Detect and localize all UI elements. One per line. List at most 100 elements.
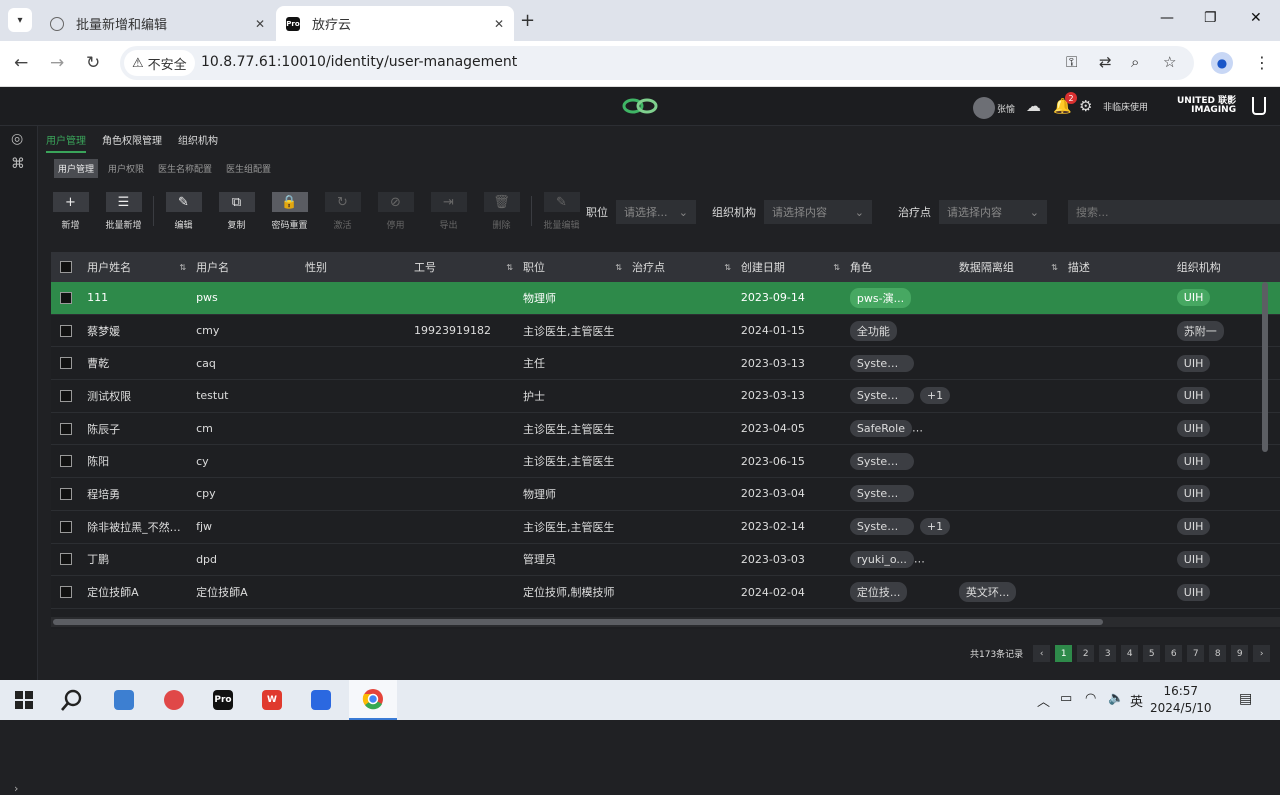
table-row[interactable]: 111 pws 物理师 2023-09-14 pws-演... UIH <box>51 282 1280 315</box>
search-icon[interactable] <box>48 680 96 720</box>
restore-icon[interactable]: ❐ <box>1204 10 1217 26</box>
sort-icon[interactable]: ⇅ <box>506 263 513 272</box>
table-row[interactable]: 蔡梦媛 cmy 19923919182 主诊医生,主管医生 2024-01-15 全功能 苏… <box>51 315 1280 348</box>
disable-button[interactable]: ⊘ 停用 <box>369 192 422 231</box>
row-checkbox[interactable] <box>51 389 87 402</box>
speaker-icon[interactable]: 🔈 <box>1108 691 1124 706</box>
profile-avatar-icon[interactable]: ● <box>1211 52 1233 74</box>
tab-role-permissions[interactable]: 角色权限管理 <box>102 132 162 153</box>
battery-icon[interactable]: ▭ <box>1060 691 1072 706</box>
batch-edit-button[interactable]: ✎ 批量编辑 <box>535 192 588 231</box>
browser-tab-active[interactable]: Pro 放疗云 ✕ <box>276 6 514 41</box>
role-more-chip[interactable]: +1 <box>919 518 951 536</box>
batch-add-button[interactable]: ☰ 批量新增 <box>97 192 150 231</box>
site-select[interactable]: 请选择内容 ⌄ <box>939 200 1047 224</box>
page-button[interactable]: 3 <box>1099 645 1117 662</box>
page-button[interactable]: 8 <box>1209 645 1227 662</box>
reload-icon[interactable]: ↻ <box>86 53 100 73</box>
column-header[interactable]: 创建日期 ⇅ <box>741 259 850 275</box>
translate-icon[interactable]: ⇄ <box>1099 53 1112 71</box>
role-more-chip[interactable]: +1 <box>919 387 951 405</box>
url-text[interactable]: 10.8.77.61:10010/identity/user-managemen… <box>201 54 517 70</box>
chevron-up-icon[interactable]: ︿ <box>1037 691 1050 710</box>
bookmark-star-icon[interactable]: ☆ <box>1163 53 1176 71</box>
pro-app-icon[interactable]: Pro <box>199 680 247 720</box>
page-button[interactable]: 5 <box>1143 645 1161 662</box>
row-checkbox[interactable] <box>51 422 87 435</box>
notification-center-icon[interactable]: ▤ <box>1239 691 1252 707</box>
taskbar-clock[interactable]: 16:57 2024/5/10 <box>1150 683 1212 717</box>
close-tab-icon[interactable]: ✕ <box>494 17 504 31</box>
table-row[interactable]: 测试权限 testut 护士 2023-03-13 System... +1 UIH <box>51 380 1280 413</box>
column-header[interactable]: 职位 ⇅ <box>523 259 632 275</box>
subtab-doctor-group-config[interactable]: 医生组配置 <box>222 159 275 178</box>
select-all-checkbox[interactable] <box>51 261 87 273</box>
lightbulb-icon[interactable]: ◎ <box>11 131 23 147</box>
next-page-button[interactable]: › <box>1253 645 1271 662</box>
scrollbar-thumb[interactable] <box>53 619 1103 625</box>
sort-icon[interactable]: ⇅ <box>615 263 622 272</box>
page-button[interactable]: 4 <box>1121 645 1139 662</box>
add-button[interactable]: + 新增 <box>44 192 97 231</box>
zoom-icon[interactable]: ⌕ <box>1131 53 1139 71</box>
desktop-app-icon[interactable] <box>100 680 148 720</box>
wps-app-icon[interactable]: W <box>248 680 296 720</box>
page-button[interactable]: 1 <box>1055 645 1073 662</box>
table-row[interactable]: 定位技師A 定位技師A 定位技师,制模技师 2024-02-04 定位技... 英文环..… <box>51 576 1280 609</box>
column-header[interactable]: 治疗点 ⇅ <box>632 259 741 275</box>
subtab-doctor-name-config[interactable]: 医生名称配置 <box>154 159 216 178</box>
subtab-user-permissions[interactable]: 用户权限 <box>104 159 148 178</box>
row-checkbox[interactable] <box>51 291 87 304</box>
table-row[interactable]: 陈阳 cy 主诊医生,主管医生 2023-06-15 System... UIH <box>51 445 1280 479</box>
position-select[interactable]: 请选择... ⌄ <box>616 200 696 224</box>
chrome-app-icon[interactable] <box>349 680 397 720</box>
security-chip[interactable]: ⚠ 不安全 <box>124 50 195 76</box>
column-header[interactable]: 用户姓名 ⇅ <box>87 259 196 275</box>
expand-sidebar-icon[interactable]: › <box>14 782 18 795</box>
row-checkbox[interactable] <box>51 357 87 370</box>
sort-icon[interactable]: ⇅ <box>833 263 840 272</box>
page-button[interactable]: 9 <box>1231 645 1249 662</box>
sort-icon[interactable]: ⇅ <box>179 263 186 272</box>
paint-app-icon[interactable] <box>150 680 198 720</box>
export-button[interactable]: ⇥ 导出 <box>422 192 475 231</box>
role-more-chip[interactable]: +12 <box>917 420 956 438</box>
tab-organization[interactable]: 组织机构 <box>178 132 218 153</box>
column-header[interactable]: 数据隔离组 ⇅ <box>959 259 1068 275</box>
close-tab-icon[interactable]: ✕ <box>255 17 265 31</box>
tab-user-management[interactable]: 用户管理 <box>46 132 86 153</box>
row-checkbox[interactable] <box>51 455 87 468</box>
tab-search-chevron-icon[interactable]: ▾ <box>8 8 32 32</box>
back-icon[interactable]: ← <box>14 53 28 73</box>
activate-button[interactable]: ↻ 激活 <box>316 192 369 231</box>
horizontal-scrollbar[interactable] <box>51 617 1280 627</box>
column-header[interactable]: 工号 ⇅ <box>414 259 523 275</box>
sort-icon[interactable]: ⇅ <box>724 263 731 272</box>
delete-button[interactable]: 🗑 删除 <box>475 192 528 231</box>
close-window-icon[interactable]: ✕ <box>1250 10 1262 26</box>
password-reset-button[interactable]: 🔒 密码重置 <box>263 192 316 231</box>
wifi-icon[interactable]: ◠ <box>1085 691 1096 706</box>
row-checkbox[interactable] <box>51 520 87 533</box>
row-checkbox[interactable] <box>51 586 87 599</box>
command-icon[interactable]: ⌘ <box>11 156 25 172</box>
row-checkbox[interactable] <box>51 553 87 566</box>
vertical-scrollbar[interactable] <box>1262 282 1268 452</box>
user-menu[interactable]: 张愉 <box>973 97 1015 119</box>
table-row[interactable]: 陈辰子 cm 主诊医生,主管医生 2023-04-05 SafeRole +12 UIH <box>51 413 1280 446</box>
row-checkbox[interactable] <box>51 324 87 337</box>
subtab-user-management[interactable]: 用户管理 <box>54 159 99 178</box>
table-row[interactable]: 除非被拉黑_不然就... fjw 主诊医生,主管医生 2023-02-14 System… <box>51 511 1280 544</box>
windows-start-icon[interactable] <box>0 680 48 720</box>
password-key-icon[interactable]: ⚿ <box>1066 53 1077 71</box>
org-select[interactable]: 请选择内容 ⌄ <box>764 200 872 224</box>
edit-button[interactable]: ✎ 编辑 <box>157 192 210 231</box>
gear-icon[interactable]: ⚙ <box>1079 97 1092 115</box>
sort-icon[interactable]: ⇅ <box>1051 263 1058 272</box>
page-button[interactable]: 6 <box>1165 645 1183 662</box>
page-button[interactable]: 2 <box>1077 645 1095 662</box>
browser-menu-icon[interactable]: ⋮ <box>1254 53 1270 72</box>
table-row[interactable]: 曹乾 caq 主任 2023-03-13 System... UIH <box>51 347 1280 381</box>
page-button[interactable]: 7 <box>1187 645 1205 662</box>
copy-button[interactable]: ⧉ 复制 <box>210 192 263 231</box>
